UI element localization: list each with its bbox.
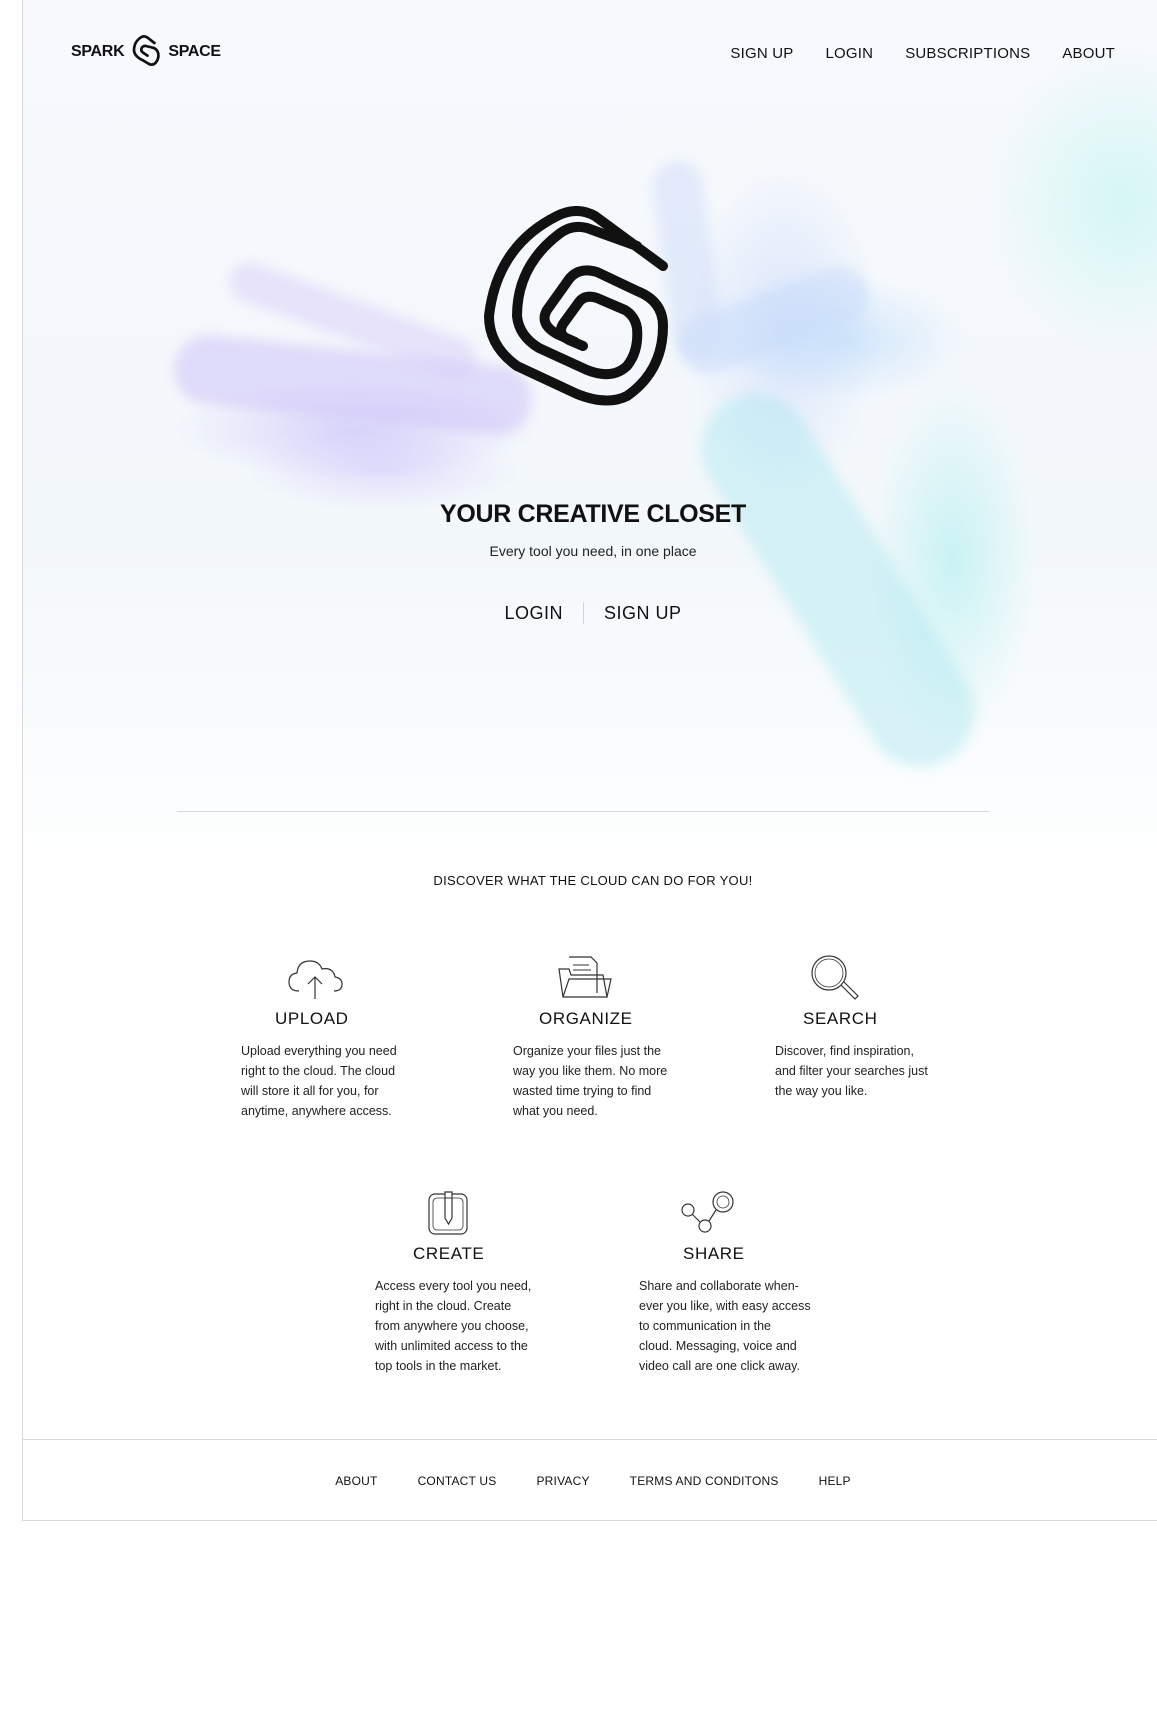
- hero-signup-button[interactable]: SIGN UP: [584, 603, 702, 624]
- footer-contact-link[interactable]: CONTACT US: [418, 1474, 497, 1488]
- hero-title: YOUR CREATIVE CLOSET: [439, 500, 747, 528]
- feature-upload-title: UPLOAD: [275, 1009, 349, 1028]
- share-icon: [681, 1191, 734, 1233]
- cloud-upload-icon: [288, 960, 343, 999]
- feature-share: SHARE Share and collaborate when-ever yo…: [639, 1188, 839, 1376]
- landing-page: SPARK SPACE SIGN UP LOGIN SUBSCRIPTIONS …: [22, 0, 1157, 1521]
- footer: ABOUT CONTACT US PRIVACY TERMS AND CONDI…: [23, 1439, 1157, 1520]
- search-icon: [811, 955, 859, 1000]
- feature-create-description: Access every tool you need, right in the …: [375, 1279, 532, 1373]
- hero-cta-group: LOGIN SIGN UP: [23, 602, 1157, 624]
- feature-upload-description: Upload everything you need right to the c…: [241, 1044, 397, 1118]
- footer-terms-link[interactable]: TERMS AND CONDITONS: [630, 1474, 779, 1488]
- footer-about-link[interactable]: ABOUT: [335, 1474, 377, 1488]
- feature-create: CREATE Access every tool you need, right …: [375, 1188, 575, 1376]
- nav-subscriptions-link[interactable]: SUBSCRIPTIONS: [905, 45, 1030, 62]
- discover-heading: DISCOVER WHAT THE CLOUD CAN DO FOR YOU!: [433, 873, 753, 888]
- feature-search-description: Discover, find inspiration, and filter yo…: [775, 1044, 928, 1098]
- feature-upload: UPLOAD Upload everything you need right t…: [241, 953, 431, 1121]
- nav-about-link[interactable]: ABOUT: [1062, 45, 1115, 62]
- brand-logo[interactable]: SPARK SPACE: [71, 34, 221, 70]
- feature-search-title: SEARCH: [803, 1009, 878, 1028]
- hero-login-button[interactable]: LOGIN: [484, 603, 583, 624]
- spark-space-logo-icon: [132, 35, 161, 67]
- nav-signup-link[interactable]: SIGN UP: [730, 45, 793, 62]
- hero-background: [23, 0, 1157, 900]
- feature-share-description: Share and collaborate when-ever you like…: [639, 1279, 811, 1373]
- feature-organize-description: Organize your files just the way you like…: [513, 1044, 668, 1118]
- hero-subtitle: Every tool you need, in one place: [489, 543, 697, 559]
- pencil-icon: [428, 1191, 468, 1235]
- section-divider: [177, 811, 989, 812]
- footer-help-link[interactable]: HELP: [819, 1474, 851, 1488]
- footer-privacy-link[interactable]: PRIVACY: [536, 1474, 589, 1488]
- feature-share-title: SHARE: [683, 1244, 745, 1263]
- brand-word-right: SPACE: [168, 43, 221, 60]
- nav-login-link[interactable]: LOGIN: [826, 45, 874, 62]
- top-nav: SIGN UP LOGIN SUBSCRIPTIONS ABOUT: [730, 45, 1115, 62]
- folder-icon: [558, 956, 612, 998]
- feature-organize: ORGANIZE Organize your files just the way…: [513, 953, 703, 1121]
- feature-search: SEARCH Discover, find inspiration, and fi…: [775, 953, 965, 1101]
- hero-logo-icon: [484, 206, 668, 406]
- feature-organize-title: ORGANIZE: [539, 1009, 633, 1028]
- brand-word-left: SPARK: [71, 43, 125, 60]
- feature-create-title: CREATE: [413, 1244, 485, 1263]
